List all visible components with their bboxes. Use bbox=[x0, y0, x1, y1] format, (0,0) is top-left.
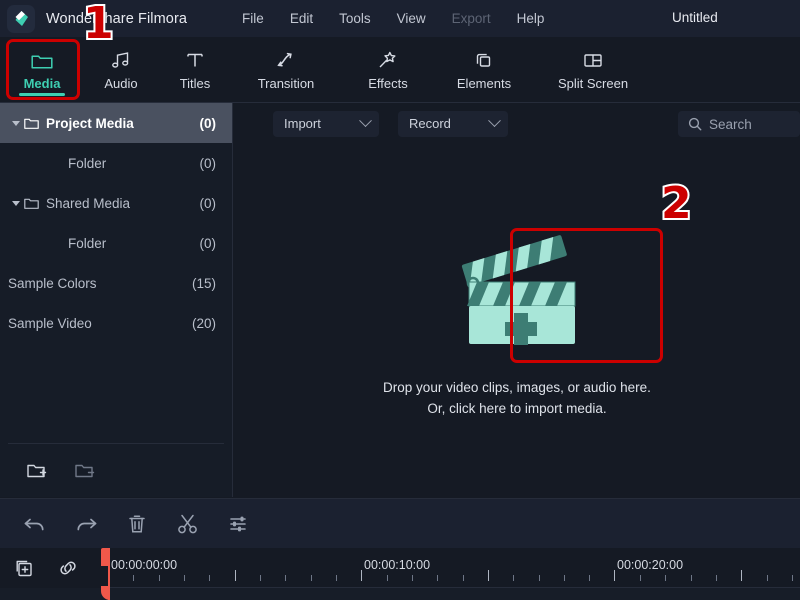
music-note-icon bbox=[110, 48, 132, 70]
ruler-label-20: 00:00:20:00 bbox=[617, 558, 684, 572]
sidebar-item-count: (0) bbox=[199, 235, 217, 251]
ribbon-tab-split-screen[interactable]: Split Screen bbox=[532, 40, 654, 100]
ribbon-tab-split-screen-label: Split Screen bbox=[557, 76, 629, 91]
new-folder-icon[interactable] bbox=[26, 462, 48, 481]
chevron-down-icon bbox=[359, 114, 372, 128]
sidebar-item-label: Shared Media bbox=[46, 195, 131, 211]
sidebar-item-folder-2[interactable]: Folder (0) bbox=[0, 223, 232, 263]
search-placeholder: Search bbox=[709, 116, 752, 132]
undo-icon[interactable] bbox=[22, 511, 48, 537]
import-dropdown[interactable]: Import bbox=[273, 110, 379, 137]
ribbon-tab-elements-label: Elements bbox=[456, 76, 512, 91]
timeline-left-controls bbox=[0, 548, 108, 588]
filmora-diamond-icon bbox=[15, 11, 28, 26]
sidebar-item-label: Folder bbox=[68, 155, 107, 171]
search-input[interactable]: Search bbox=[678, 111, 800, 137]
document-title: Untitled bbox=[672, 10, 718, 25]
magic-wand-icon bbox=[377, 48, 399, 70]
filmora-window: Wondershare Filmora File Edit Tools View… bbox=[0, 0, 800, 600]
ribbon-tab-media[interactable]: Media bbox=[0, 40, 84, 100]
ribbon-tab-media-label: Media bbox=[23, 76, 61, 91]
app-logo bbox=[7, 4, 35, 33]
delete-icon[interactable] bbox=[124, 511, 150, 537]
playhead[interactable] bbox=[101, 548, 110, 600]
folder-icon bbox=[24, 197, 46, 210]
chevron-down-icon[interactable] bbox=[8, 200, 24, 206]
timeline: 00:00:00:00 00:00:10:00 00:00:20:00 bbox=[0, 548, 800, 600]
add-track-icon[interactable] bbox=[14, 558, 35, 579]
ribbon-tab-audio-label: Audio bbox=[104, 76, 138, 91]
record-dropdown-label: Record bbox=[409, 116, 451, 131]
folder-icon bbox=[31, 48, 53, 70]
app-name: Wondershare Filmora bbox=[46, 10, 188, 27]
folder-icon bbox=[24, 117, 46, 130]
scissors-icon[interactable] bbox=[175, 511, 201, 537]
media-panel: Import Record Search Drop your video cli… bbox=[234, 103, 800, 497]
ribbon-tab-transition-label: Transition bbox=[257, 76, 315, 91]
sidebar-item-count: (15) bbox=[191, 275, 216, 291]
menu-item-help[interactable]: Help bbox=[504, 8, 558, 29]
menu-item-view[interactable]: View bbox=[384, 8, 439, 29]
chevron-down-icon[interactable] bbox=[8, 120, 24, 126]
sidebar-item-count: (20) bbox=[191, 315, 216, 331]
ribbon-tab-audio[interactable]: Audio bbox=[84, 40, 158, 100]
menu-item-tools[interactable]: Tools bbox=[326, 8, 384, 29]
sidebar-item-shared-media[interactable]: Shared Media (0) bbox=[0, 183, 232, 223]
ribbon-tab-effects-label: Effects bbox=[368, 76, 408, 91]
sidebar-item-sample-video[interactable]: Sample Video (20) bbox=[0, 303, 232, 343]
ruler-label-10: 00:00:10:00 bbox=[364, 558, 431, 572]
ribbon-tab-effects[interactable]: Effects bbox=[340, 40, 436, 100]
active-tab-underline bbox=[19, 92, 65, 96]
title-bar: Wondershare Filmora File Edit Tools View… bbox=[0, 0, 800, 37]
timeline-track-area[interactable] bbox=[0, 588, 800, 600]
ribbon-tab-transition[interactable]: Transition bbox=[232, 40, 340, 100]
layers-icon bbox=[473, 48, 495, 70]
menu-item-edit[interactable]: Edit bbox=[277, 8, 326, 29]
edit-toolbar bbox=[0, 498, 800, 548]
split-screen-icon bbox=[582, 48, 604, 70]
project-media-sidebar: Project Media (0) Folder (0) Shared Medi… bbox=[0, 103, 233, 497]
dropzone-line-2: Or, click here to import media. bbox=[427, 400, 607, 416]
ribbon-tab-titles[interactable]: Titles bbox=[158, 40, 232, 100]
record-dropdown[interactable]: Record bbox=[398, 110, 508, 137]
ruler-label-0: 00:00:00:00 bbox=[111, 558, 178, 572]
sidebar-item-project-media[interactable]: Project Media (0) bbox=[0, 103, 232, 143]
text-t-icon bbox=[185, 48, 205, 70]
dropzone-text: Drop your video clips, images, or audio … bbox=[383, 377, 651, 419]
sidebar-item-count: (0) bbox=[199, 155, 217, 171]
timeline-ruler[interactable]: 00:00:00:00 00:00:10:00 00:00:20:00 bbox=[108, 548, 800, 588]
link-icon[interactable] bbox=[57, 558, 79, 578]
sidebar-item-label: Folder bbox=[68, 235, 107, 251]
remove-folder-icon[interactable] bbox=[74, 462, 96, 481]
media-toolbar: Import Record Search bbox=[234, 103, 800, 144]
ribbon-tab-elements[interactable]: Elements bbox=[436, 40, 532, 100]
dropzone-line-1: Drop your video clips, images, or audio … bbox=[383, 379, 651, 395]
sidebar-item-count: (0) bbox=[199, 195, 217, 211]
tool-ribbon: Media Audio Titles Transition Effects El… bbox=[0, 37, 800, 103]
import-media-dropzone[interactable]: Drop your video clips, images, or audio … bbox=[234, 144, 800, 497]
sidebar-item-label: Sample Colors bbox=[8, 275, 97, 291]
sidebar-item-label: Sample Video bbox=[8, 315, 92, 331]
sidebar-footer bbox=[0, 445, 233, 497]
search-icon bbox=[688, 117, 702, 131]
ribbon-tab-titles-label: Titles bbox=[179, 76, 211, 91]
sidebar-item-count: (0) bbox=[199, 115, 217, 131]
settings-sliders-icon[interactable] bbox=[226, 511, 252, 537]
transition-icon bbox=[275, 48, 297, 70]
redo-icon[interactable] bbox=[73, 511, 99, 537]
import-dropdown-label: Import bbox=[284, 116, 321, 131]
playhead-handle[interactable] bbox=[101, 548, 110, 566]
sidebar-item-folder-1[interactable]: Folder (0) bbox=[0, 143, 232, 183]
sidebar-divider bbox=[8, 443, 224, 444]
chevron-down-icon bbox=[488, 114, 501, 128]
sidebar-item-sample-colors[interactable]: Sample Colors (15) bbox=[0, 263, 232, 303]
menu-bar: File Edit Tools View Export Help bbox=[229, 8, 557, 29]
menu-item-file[interactable]: File bbox=[229, 8, 277, 29]
menu-item-export: Export bbox=[451, 11, 491, 26]
clapperboard-plus-icon bbox=[442, 223, 592, 355]
sidebar-item-label: Project Media bbox=[46, 115, 134, 131]
